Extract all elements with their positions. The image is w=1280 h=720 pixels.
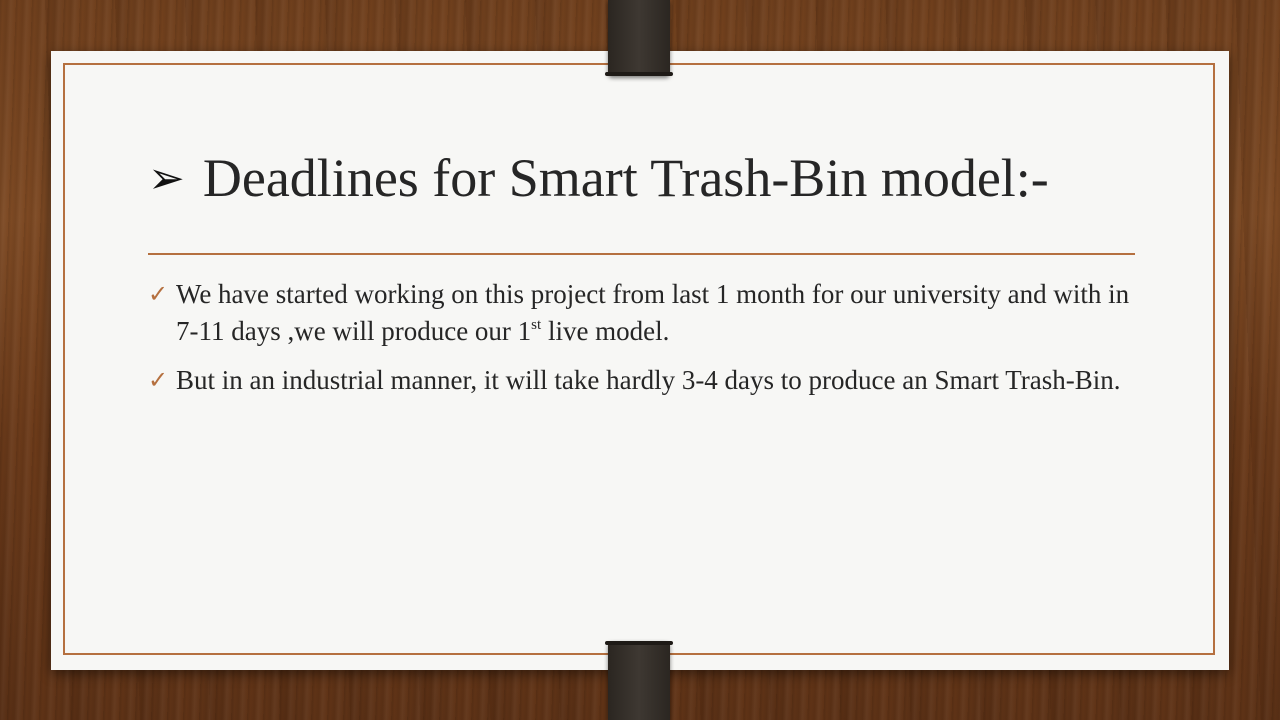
slide-title-text: Deadlines for Smart Trash-Bin model:- [202, 148, 1049, 208]
slide-title: ➢ Deadlines for Smart Trash-Bin model:- [148, 138, 1138, 218]
bullet-superscript: st [531, 317, 542, 333]
bullet-list: ✓ We have started working on this projec… [148, 276, 1138, 411]
bullet-text: But in an industrial manner, it will tak… [176, 365, 1121, 395]
bullet-item: ✓ We have started working on this projec… [148, 276, 1138, 350]
bullet-text-end: live model. [541, 316, 670, 346]
arrowhead-bullet-icon: ➢ [148, 152, 185, 204]
slide: ➢ Deadlines for Smart Trash-Bin model:- … [0, 0, 1280, 720]
checkmark-icon: ✓ [148, 280, 169, 308]
title-divider [148, 253, 1135, 255]
checkmark-icon: ✓ [148, 366, 169, 394]
bullet-item: ✓ But in an industrial manner, it will t… [148, 362, 1138, 399]
bottom-clip [605, 641, 673, 720]
top-clip [605, 0, 673, 76]
